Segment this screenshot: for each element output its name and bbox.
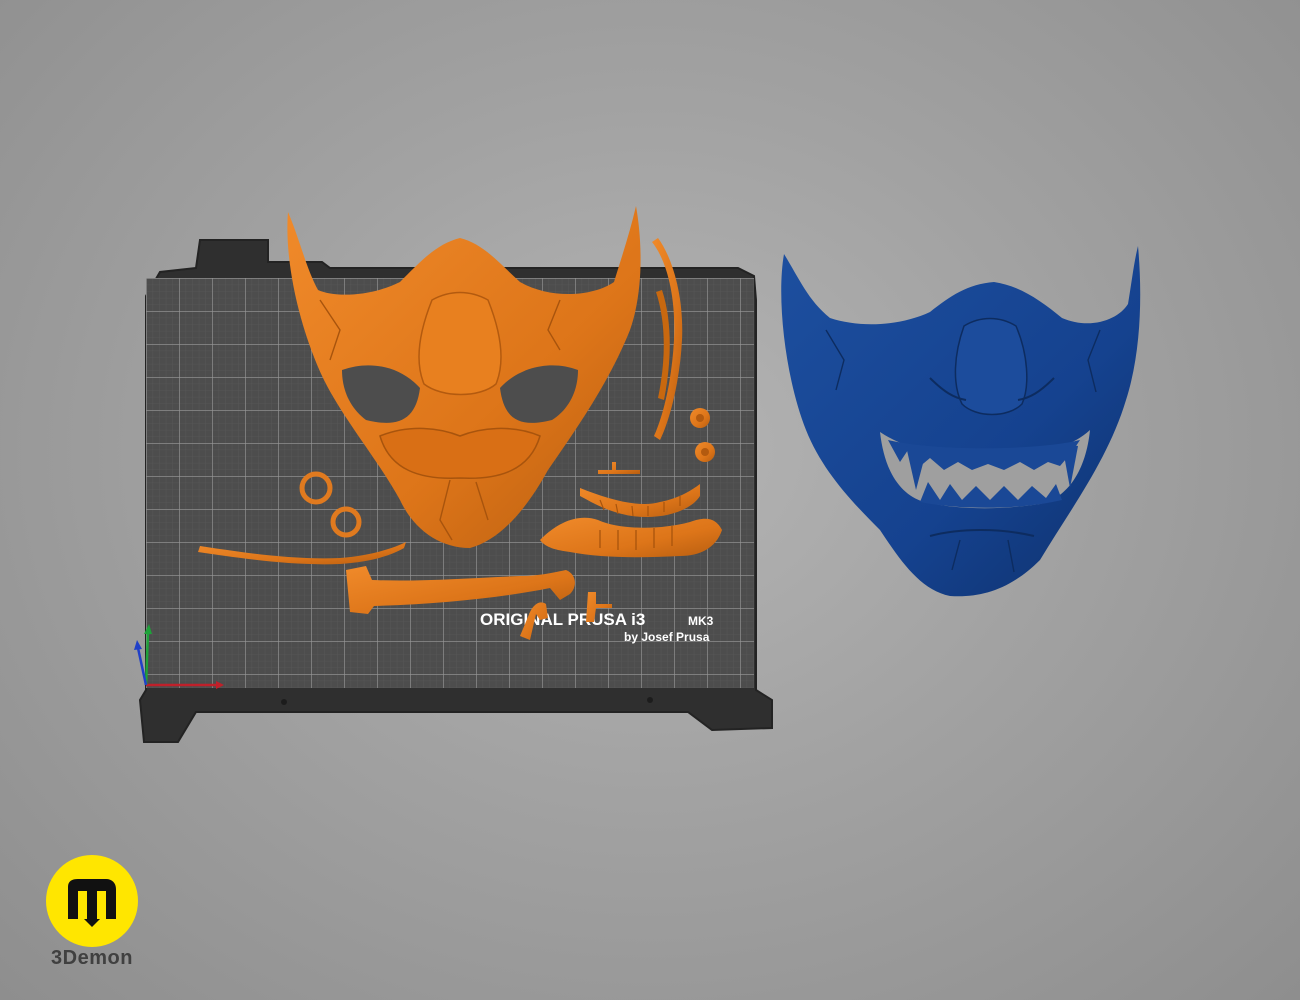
brand-logo: 3Demon — [44, 855, 140, 970]
bed-screw — [281, 699, 287, 705]
bed-label-model: MK3 — [688, 614, 714, 628]
3demon-logo-icon — [46, 855, 138, 947]
blue-mask-nose — [954, 317, 1028, 416]
3d-viewport[interactable]: ORIGINAL PRUSA i3 MK3 by Josef Prusa — [0, 0, 1300, 1000]
bed-label-by: by Josef Prusa — [624, 630, 710, 644]
bed-label-title: ORIGINAL PRUSA i3 — [480, 610, 645, 629]
blue-mask-shell — [781, 246, 1141, 597]
bed-screw — [647, 697, 653, 703]
orange-mask-nose — [418, 291, 502, 396]
blue-assembled-mask[interactable] — [781, 246, 1141, 597]
z-axis — [136, 647, 148, 686]
brand-name: 3Demon — [51, 947, 133, 969]
